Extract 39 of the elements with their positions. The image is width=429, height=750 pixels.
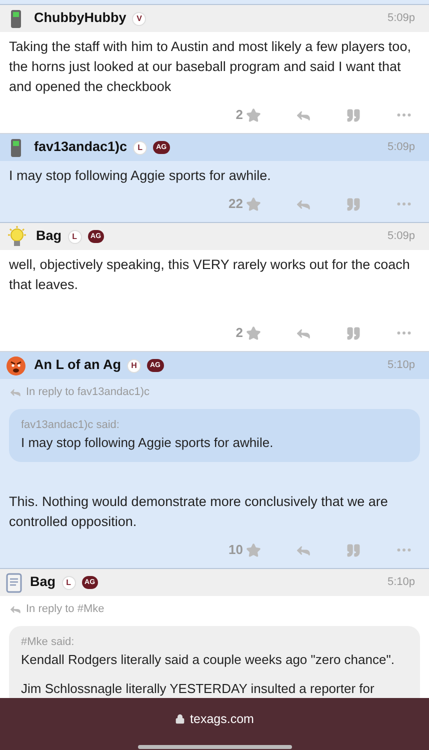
lock-icon — [175, 714, 186, 724]
post-text: I may stop following Aggie sports for awhile. — [9, 167, 272, 185]
author-name[interactable]: ChubbyHubby — [34, 8, 126, 29]
quote-icon[interactable] — [346, 108, 361, 122]
user-badge: L — [68, 230, 82, 244]
star-icon — [246, 326, 261, 340]
user-badge: H — [127, 358, 141, 372]
notepad-icon — [6, 572, 22, 592]
star-icon — [246, 108, 261, 122]
phone-icon — [10, 8, 22, 28]
post-text: This. Nothing would demonstrate more conclusively that we are controlled opposition. — [9, 493, 389, 531]
user-badge: L — [62, 576, 76, 590]
author-name[interactable]: An L of an Ag — [34, 355, 121, 376]
quote-icon[interactable] — [346, 196, 361, 212]
quote-author: fav13andac1)c said: — [21, 418, 120, 432]
angry-face-icon — [6, 356, 26, 376]
quote-icon[interactable] — [346, 542, 361, 558]
post-time: 5:10p — [387, 358, 415, 374]
user-badge: L — [133, 140, 148, 154]
post-time: 5:09p — [387, 229, 415, 244]
post-text: well, objectively speaking, this VERY rarely works out for the coach that leaves. — [9, 256, 411, 294]
user-badge: V — [132, 12, 146, 26]
author-name[interactable]: Bag — [36, 226, 62, 247]
post-text: Taking the staff with him to Austin and most likely a few players too, the horns just looked at our baseball program and said I want that and opened the checkbook — [9, 38, 412, 96]
quote-text: Kendall Rodgers literally said a couple weeks ago "zero chance". — [21, 651, 396, 669]
quote-icon[interactable] — [346, 326, 361, 340]
post-time: 5:10p — [387, 575, 415, 590]
author-name[interactable]: Bag — [30, 572, 56, 593]
quote-text: I may stop following Aggie sports for awhile. — [21, 434, 274, 452]
url-label[interactable]: texags.com — [175, 710, 254, 729]
post-time: 5:09p — [387, 140, 415, 156]
star-icon — [246, 542, 261, 558]
author-name[interactable]: fav13andac1)c — [34, 137, 128, 158]
post-time: 5:09p — [387, 11, 415, 26]
star-icon — [246, 196, 261, 212]
quote-author: #Mke said: — [21, 634, 76, 650]
lightbulb-icon — [6, 226, 28, 248]
quote-text: Jim Schlossnagle literally YESTERDAY insulted a reporter for — [21, 680, 376, 698]
phone-icon — [10, 138, 22, 158]
